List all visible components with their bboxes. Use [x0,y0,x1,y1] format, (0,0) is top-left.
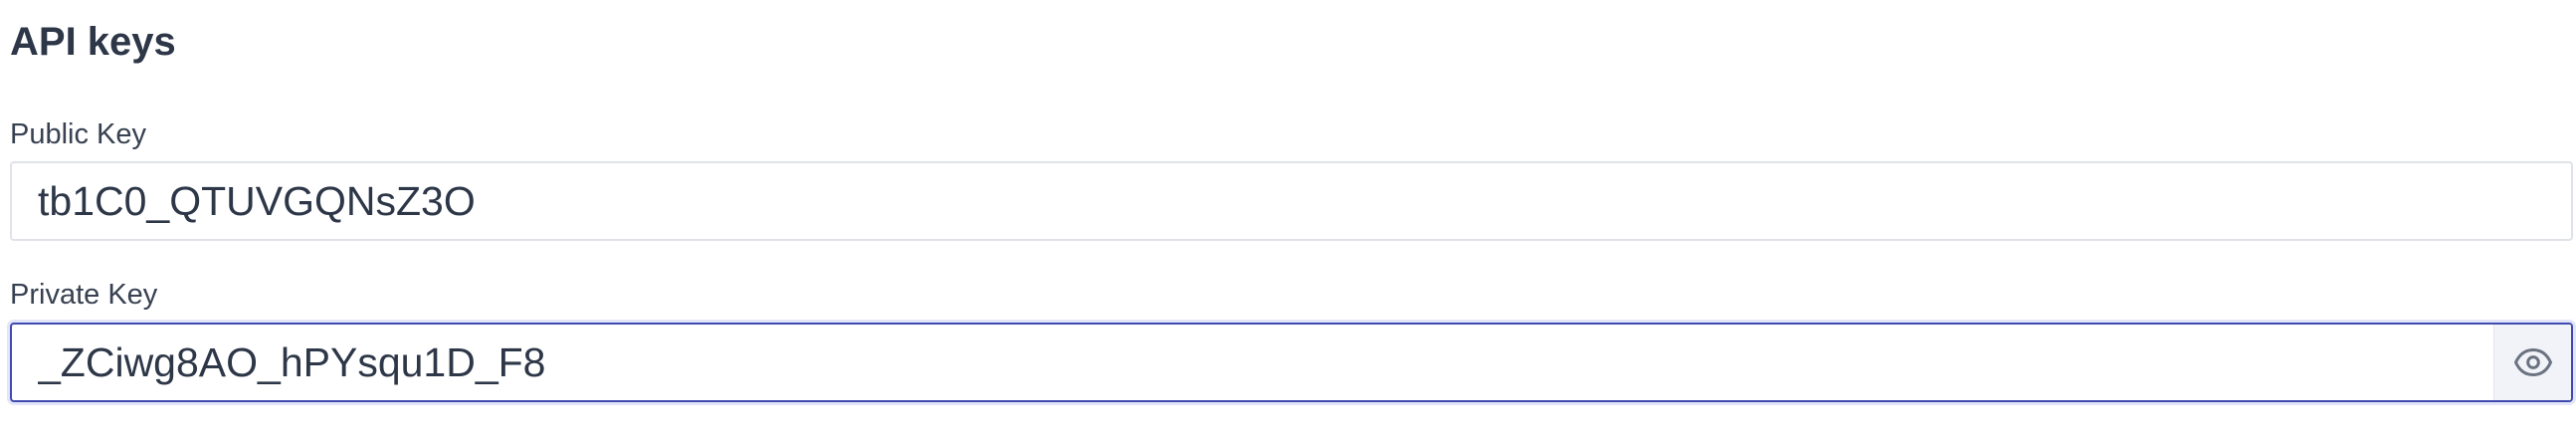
private-key-field [10,323,2573,402]
api-keys-panel: API keys Public Key Private Key [0,0,2576,444]
show-private-key-button[interactable] [2493,325,2571,400]
public-key-field [10,161,2573,241]
public-key-input[interactable] [12,163,2571,239]
section-title: API keys [10,20,176,64]
eye-icon [2513,342,2553,382]
private-key-input[interactable] [12,325,2493,400]
private-key-label: Private Key [10,279,158,311]
public-key-label: Public Key [10,118,147,150]
